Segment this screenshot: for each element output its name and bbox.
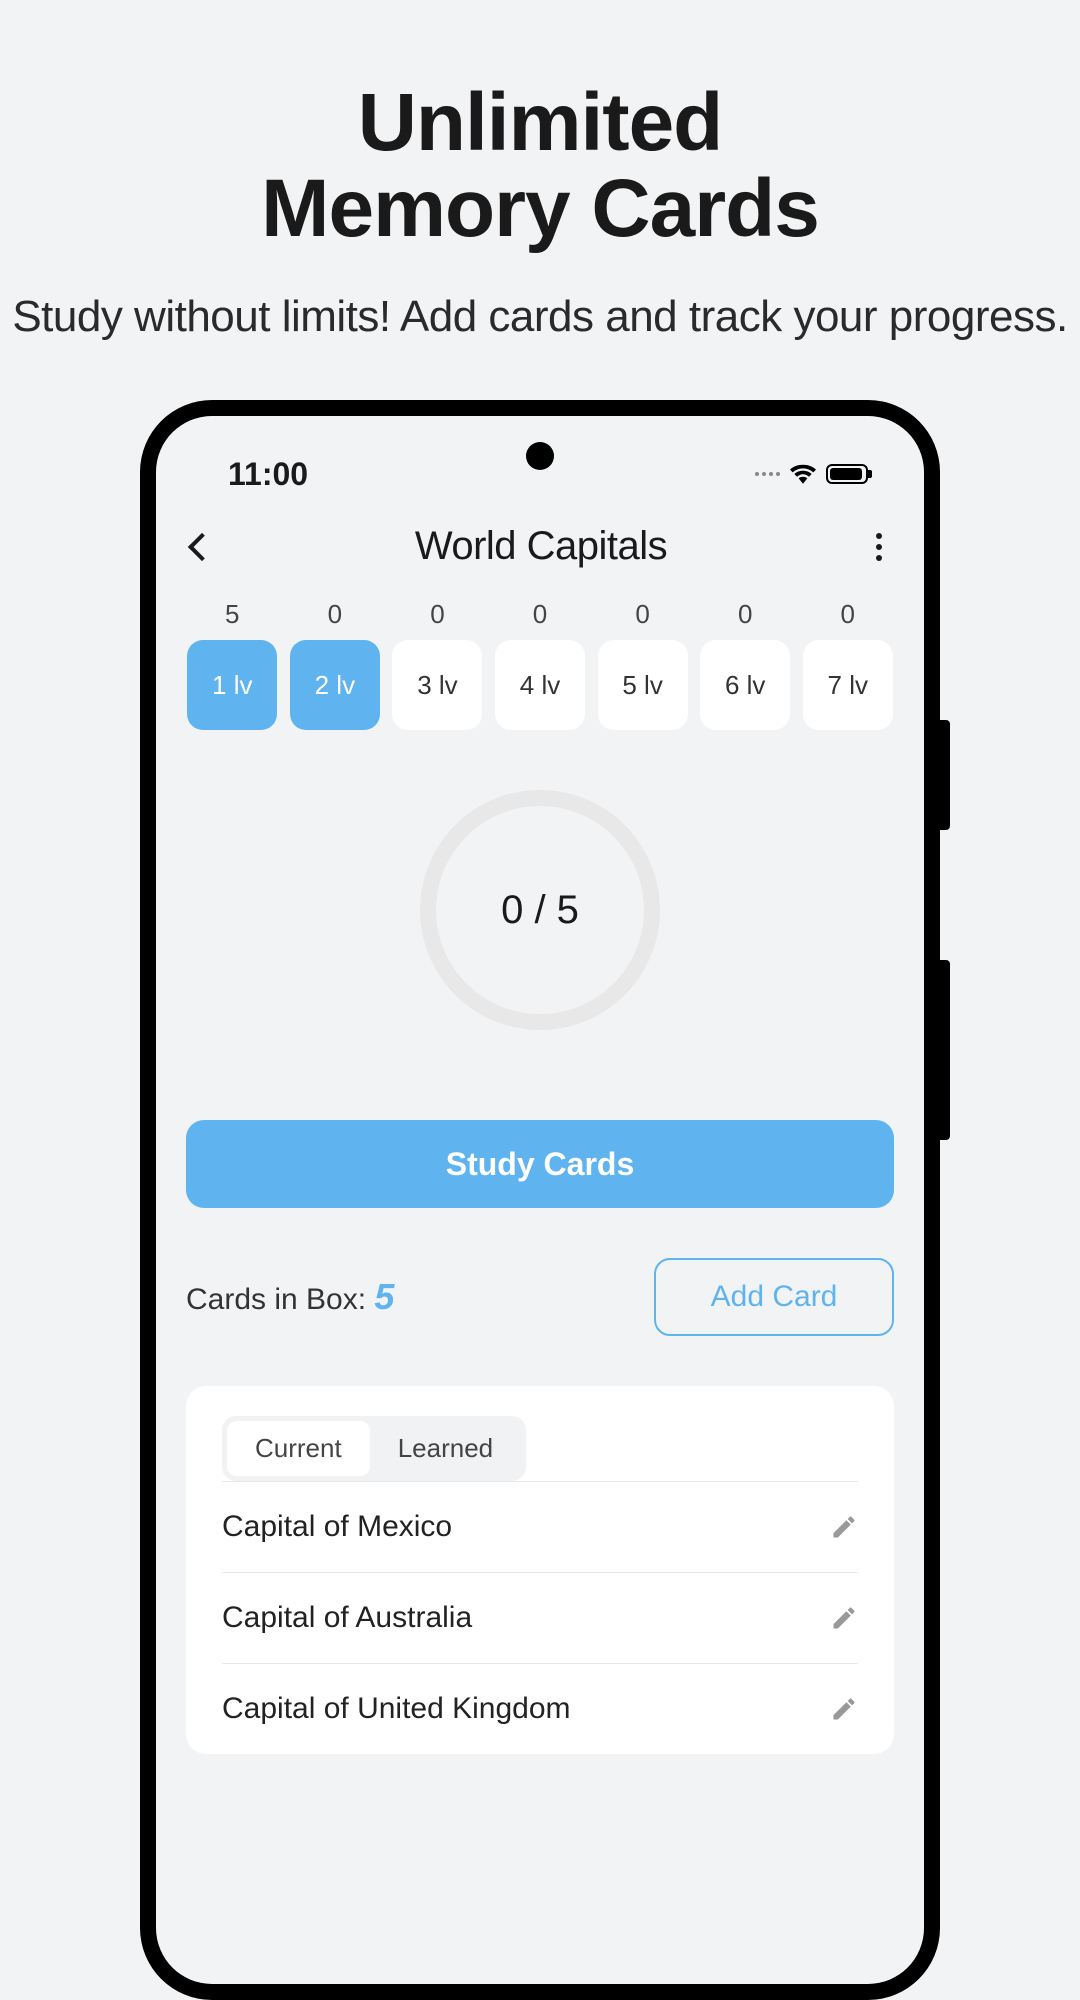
- tab-current[interactable]: Current: [227, 1421, 370, 1476]
- promo-title-line2: Memory Cards: [261, 163, 819, 254]
- promo-subtitle: Study without limits! Add cards and trac…: [0, 288, 1080, 345]
- cards-panel: Current Learned Capital of Mexico Capita…: [186, 1386, 894, 1754]
- status-time: 11:00: [228, 456, 308, 493]
- cards-in-box-row: Cards in Box: 5 Add Card: [156, 1208, 924, 1336]
- wifi-icon: [790, 464, 816, 484]
- level-count: 0: [328, 599, 342, 630]
- card-row[interactable]: Capital of Australia: [222, 1572, 858, 1663]
- page-title: World Capitals: [415, 524, 667, 569]
- cards-in-box-label: Cards in Box: 5: [186, 1276, 394, 1318]
- pencil-icon[interactable]: [830, 1513, 858, 1541]
- level-count: 0: [430, 599, 444, 630]
- tab-learned[interactable]: Learned: [370, 1421, 521, 1476]
- pencil-icon[interactable]: [830, 1604, 858, 1632]
- card-row[interactable]: Capital of United Kingdom: [222, 1663, 858, 1754]
- back-icon[interactable]: [188, 532, 216, 560]
- promo-title-line1: Unlimited: [358, 77, 723, 168]
- level-count: 5: [225, 599, 239, 630]
- level-chip-1[interactable]: 1 lv: [187, 640, 277, 730]
- card-title: Capital of United Kingdom: [222, 1692, 571, 1726]
- level-count: 0: [738, 599, 752, 630]
- card-title: Capital of Mexico: [222, 1510, 452, 1544]
- promo-title: Unlimited Memory Cards: [0, 0, 1080, 252]
- level-count: 0: [635, 599, 649, 630]
- study-cards-button[interactable]: Study Cards: [186, 1120, 894, 1208]
- signal-dots-icon: [755, 472, 780, 476]
- progress-ring: 0 / 5: [420, 790, 660, 1030]
- app-header: World Capitals: [156, 496, 924, 589]
- level-chip-4[interactable]: 4 lv: [495, 640, 585, 730]
- card-row[interactable]: Capital of Mexico: [222, 1481, 858, 1572]
- card-title: Capital of Australia: [222, 1601, 472, 1635]
- progress-section: 0 / 5: [156, 730, 924, 1070]
- level-chip-6[interactable]: 6 lv: [700, 640, 790, 730]
- more-menu-icon[interactable]: [870, 527, 888, 567]
- camera-notch: [526, 442, 554, 470]
- tabs-segment: Current Learned: [222, 1416, 526, 1481]
- box-label-text: Cards in Box:: [186, 1283, 374, 1316]
- add-card-button[interactable]: Add Card: [654, 1258, 894, 1336]
- phone-side-button: [936, 960, 950, 1140]
- pencil-icon[interactable]: [830, 1695, 858, 1723]
- phone-side-button: [936, 720, 950, 830]
- battery-icon: [826, 464, 868, 484]
- level-chip-2[interactable]: 2 lv: [290, 640, 380, 730]
- phone-screen: 11:00 World Capitals 5 1 lv 0 2 lv 0 3 lv: [156, 416, 924, 1984]
- phone-frame: 11:00 World Capitals 5 1 lv 0 2 lv 0 3 lv: [140, 400, 940, 2000]
- level-chip-3[interactable]: 3 lv: [392, 640, 482, 730]
- level-chip-7[interactable]: 7 lv: [803, 640, 893, 730]
- status-icons: [755, 464, 868, 484]
- level-count: 0: [533, 599, 547, 630]
- level-chip-5[interactable]: 5 lv: [598, 640, 688, 730]
- progress-text: 0 / 5: [501, 888, 579, 933]
- levels-row: 5 1 lv 0 2 lv 0 3 lv 0 4 lv 0 5 lv 0 6 lv 0 7 l…: [156, 589, 924, 730]
- box-count: 5: [374, 1276, 394, 1317]
- level-count: 0: [841, 599, 855, 630]
